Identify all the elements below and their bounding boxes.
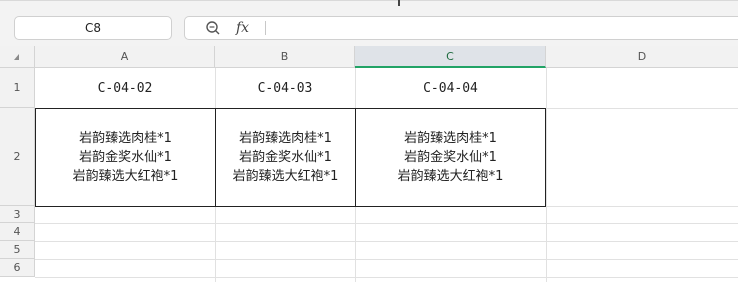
gridline xyxy=(35,259,738,260)
formula-separator xyxy=(265,21,266,35)
row-header-1[interactable]: 1 xyxy=(0,68,35,108)
function-icon[interactable]: fx xyxy=(236,19,254,37)
column-header-a[interactable]: A xyxy=(35,46,215,68)
formula-input[interactable] xyxy=(184,16,738,40)
product-line: 岩韵金奖水仙*1 xyxy=(239,150,332,165)
name-box[interactable]: C8 xyxy=(14,16,172,40)
gridline xyxy=(35,223,738,224)
zoom-icon[interactable] xyxy=(205,20,221,36)
cell-c1[interactable]: C-04-04 xyxy=(355,68,546,108)
product-line: 岩韵臻选大红袍*1 xyxy=(232,169,339,184)
cell-b1[interactable]: C-04-03 xyxy=(215,68,355,108)
select-all-triangle-icon xyxy=(14,54,19,60)
select-all-corner[interactable] xyxy=(0,46,35,68)
column-header-d[interactable]: D xyxy=(546,46,738,68)
window-top-strip xyxy=(0,0,738,8)
row-header-5[interactable]: 5 xyxy=(0,241,35,259)
column-header-c[interactable]: C xyxy=(355,46,546,68)
row-header-3[interactable]: 3 xyxy=(0,206,35,223)
formula-bar: C8 fx xyxy=(0,8,738,46)
top-mark xyxy=(398,0,400,6)
product-line: 岩韵臻选肉桂*1 xyxy=(79,131,172,146)
gridline xyxy=(35,241,738,242)
product-line: 岩韵金奖水仙*1 xyxy=(404,150,497,165)
product-line: 岩韵臻选肉桂*1 xyxy=(404,131,497,146)
gridline xyxy=(35,277,738,278)
cell-b2[interactable]: 岩韵臻选肉桂*1 岩韵金奖水仙*1 岩韵臻选大红袍*1 xyxy=(215,108,356,207)
spreadsheet-grid[interactable]: A B C D 1 2 3 4 5 6 C-04-02 C-04-03 C-04… xyxy=(0,46,738,282)
row-header-4[interactable]: 4 xyxy=(0,223,35,241)
cell-c2[interactable]: 岩韵臻选肉桂*1 岩韵金奖水仙*1 岩韵臻选大红袍*1 xyxy=(355,108,546,207)
product-line: 岩韵臻选大红袍*1 xyxy=(72,169,179,184)
cell-a2[interactable]: 岩韵臻选肉桂*1 岩韵金奖水仙*1 岩韵臻选大红袍*1 xyxy=(35,108,216,207)
product-line: 岩韵臻选肉桂*1 xyxy=(239,131,332,146)
gridline xyxy=(546,68,547,282)
product-line: 岩韵金奖水仙*1 xyxy=(79,150,172,165)
row-header-6[interactable]: 6 xyxy=(0,259,35,277)
top-divider xyxy=(0,0,738,1)
row-header-2[interactable]: 2 xyxy=(0,108,35,206)
product-line: 岩韵臻选大红袍*1 xyxy=(397,169,504,184)
cell-a1[interactable]: C-04-02 xyxy=(35,68,215,108)
column-header-b[interactable]: B xyxy=(215,46,355,68)
